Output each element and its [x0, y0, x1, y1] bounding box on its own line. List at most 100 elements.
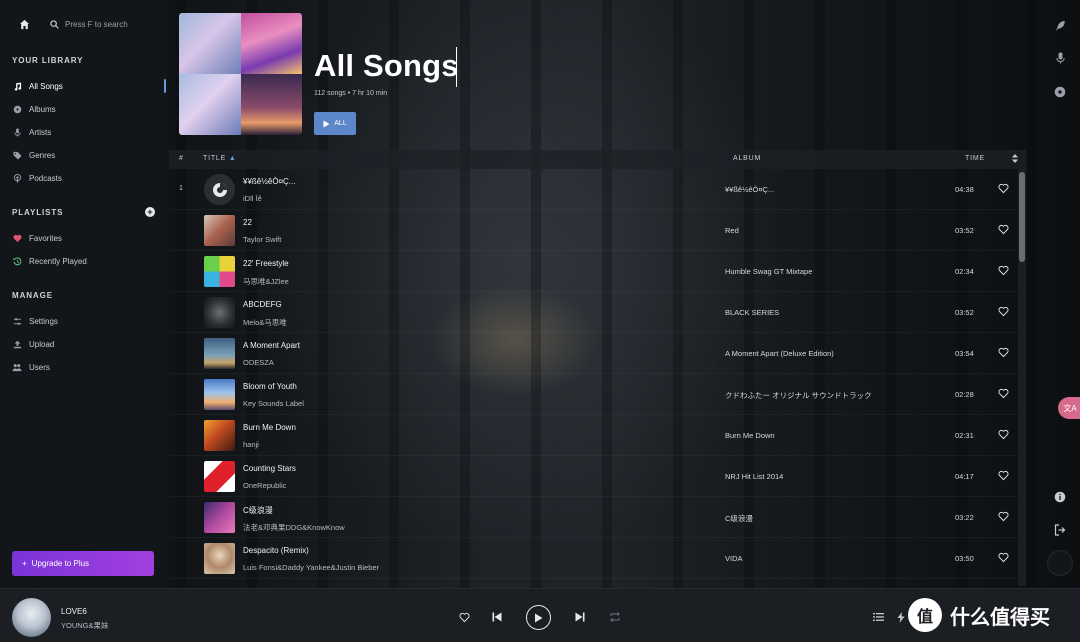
- table-row[interactable]: 1 ¥¥ßê½êÒ¤Ç... iDll Ìê ¥¥ßê½êÒ¤Ç... 04:3…: [169, 169, 1017, 210]
- song-title: Despacito (Remix): [243, 546, 309, 555]
- now-playing-art[interactable]: [12, 598, 51, 637]
- heart-icon[interactable]: [998, 306, 1009, 317]
- table-row[interactable]: 22' Freestyle 马思唯&JZlee Humble Swag GT M…: [169, 251, 1017, 292]
- info-icon[interactable]: [1053, 490, 1067, 504]
- heart-icon[interactable]: [998, 388, 1009, 399]
- cover-tile: [240, 74, 302, 135]
- sidebar-item-settings[interactable]: Settings: [12, 312, 152, 330]
- heart-icon: [12, 233, 22, 243]
- sort-toggle-icon[interactable]: [1012, 154, 1018, 165]
- queue-button[interactable]: [872, 611, 884, 623]
- heart-icon[interactable]: [998, 470, 1009, 481]
- search-icon: [50, 19, 59, 29]
- table-row[interactable]: Bloom of Youth Key Sounds Label クドわふたー オ…: [169, 374, 1017, 415]
- queue-list-icon: [872, 613, 884, 621]
- sidebar-item-podcasts[interactable]: Podcasts: [12, 169, 152, 187]
- previous-button[interactable]: [491, 611, 503, 623]
- sidebar-item-recently-played[interactable]: Recently Played: [12, 252, 152, 270]
- song-album[interactable]: クドわふたー オリジナル サウンドトラック: [725, 390, 872, 401]
- search-box[interactable]: Press F to search: [44, 12, 162, 36]
- song-artist[interactable]: Taylor Swift: [243, 235, 281, 244]
- song-album[interactable]: A Moment Apart (Deluxe Edition): [725, 349, 834, 358]
- sidebar-item-all-songs[interactable]: All Songs: [12, 77, 152, 95]
- logout-icon[interactable]: [1053, 523, 1067, 537]
- now-playing-artist[interactable]: YOUNG&果妹: [61, 620, 109, 631]
- cover-tile: [240, 13, 302, 74]
- upgrade-button[interactable]: + Upgrade to Plus: [12, 551, 154, 576]
- microphone-icon[interactable]: [1053, 51, 1067, 65]
- sidebar-item-albums[interactable]: Albums: [12, 100, 152, 118]
- heart-icon[interactable]: [998, 265, 1009, 276]
- heart-icon[interactable]: [998, 552, 1009, 563]
- sidebar-item-users[interactable]: Users: [12, 358, 152, 376]
- song-artist[interactable]: Melo&马思唯: [243, 317, 287, 328]
- table-row[interactable]: 22 Taylor Swift Red 03:52: [169, 210, 1017, 251]
- feather-icon[interactable]: [1053, 18, 1067, 32]
- heart-icon[interactable]: [998, 511, 1009, 522]
- lightning-button[interactable]: [896, 611, 906, 623]
- heart-icon[interactable]: [998, 224, 1009, 235]
- manage-section-title: MANAGE: [12, 291, 53, 300]
- now-playing-title[interactable]: LOVE6: [61, 607, 87, 616]
- add-playlist-button[interactable]: +: [145, 207, 155, 217]
- song-album[interactable]: ¥¥ßê½êÒ¤Ç...: [725, 185, 774, 194]
- heart-icon[interactable]: [998, 429, 1009, 440]
- album-art: [204, 174, 235, 205]
- song-artist[interactable]: Key Sounds Label: [243, 399, 304, 408]
- album-art: [204, 379, 235, 410]
- song-album[interactable]: C级浪漫: [725, 513, 753, 524]
- column-album[interactable]: ALBUM: [733, 155, 761, 162]
- heart-icon[interactable]: [998, 347, 1009, 358]
- playlist-cover: [179, 13, 302, 135]
- playlists-section-title: PLAYLISTS: [12, 208, 64, 217]
- song-album[interactable]: Burn Me Down: [725, 431, 775, 440]
- sidebar-item-favorites[interactable]: Favorites: [12, 229, 152, 247]
- repeat-button[interactable]: [608, 611, 621, 623]
- scrollbar-thumb[interactable]: [1019, 172, 1025, 262]
- play-button[interactable]: [526, 605, 551, 630]
- table-row[interactable]: Counting Stars OneRepublic NRJ Hit List …: [169, 456, 1017, 497]
- song-album[interactable]: Humble Swag GT Mixtape: [725, 267, 812, 276]
- album-art: [204, 215, 235, 246]
- table-row[interactable]: ABCDEFG Melo&马思唯 BLACK SERIES 03:52: [169, 292, 1017, 333]
- song-album[interactable]: Red: [725, 226, 739, 235]
- table-row[interactable]: Despacito (Remix) Luis Fonsi&Daddy Yanke…: [169, 538, 1017, 579]
- sidebar-item-upload[interactable]: Upload: [12, 335, 152, 353]
- users-icon: [12, 362, 22, 372]
- sidebar-item-genres[interactable]: Genres: [12, 146, 152, 164]
- song-title: 22: [243, 218, 252, 227]
- avatar[interactable]: [1047, 550, 1073, 576]
- table-row[interactable]: A Moment Apart ODESZA A Moment Apart (De…: [169, 333, 1017, 374]
- column-title[interactable]: TITLE ▲: [203, 155, 237, 162]
- next-button[interactable]: [574, 611, 586, 623]
- song-album[interactable]: VIDA: [725, 554, 743, 563]
- play-all-button[interactable]: ALL: [314, 112, 356, 135]
- song-duration: 02:31: [955, 431, 974, 440]
- song-album[interactable]: NRJ Hit List 2014: [725, 472, 783, 481]
- song-artist[interactable]: hanji: [243, 440, 259, 449]
- home-button[interactable]: [10, 12, 38, 36]
- song-duration: 03:54: [955, 349, 974, 358]
- song-duration: 04:17: [955, 472, 974, 481]
- search-input[interactable]: Press F to search: [65, 20, 128, 29]
- song-artist[interactable]: ODESZA: [243, 358, 274, 367]
- like-button[interactable]: [458, 611, 470, 623]
- song-artist[interactable]: iDll Ìê: [243, 194, 262, 203]
- table-row[interactable]: C级浪漫 法老&邓典果DDG&KnowKnow C级浪漫 03:22: [169, 497, 1017, 538]
- song-title: ¥¥ßê½êÒ¤Ç...: [243, 177, 296, 186]
- song-album[interactable]: BLACK SERIES: [725, 308, 779, 317]
- column-time[interactable]: TIME: [965, 155, 985, 162]
- track-number: 1: [179, 185, 183, 192]
- song-artist[interactable]: 法老&邓典果DDG&KnowKnow: [243, 522, 345, 533]
- heart-icon[interactable]: [998, 183, 1009, 194]
- table-row[interactable]: Burn Me Down hanji Burn Me Down 02:31: [169, 415, 1017, 456]
- translate-badge[interactable]: 文A: [1058, 397, 1080, 419]
- sidebar-item-artists[interactable]: Artists: [12, 123, 152, 141]
- song-artist[interactable]: 马思唯&JZlee: [243, 276, 289, 287]
- active-indicator: [164, 79, 166, 93]
- song-duration: 03:52: [955, 308, 974, 317]
- song-artist[interactable]: OneRepublic: [243, 481, 286, 490]
- page-subtitle: 112 songs • 7 hr 10 min: [314, 90, 388, 97]
- vinyl-icon[interactable]: [1053, 85, 1067, 99]
- song-artist[interactable]: Luis Fonsi&Daddy Yankee&Justin Bieber: [243, 563, 379, 572]
